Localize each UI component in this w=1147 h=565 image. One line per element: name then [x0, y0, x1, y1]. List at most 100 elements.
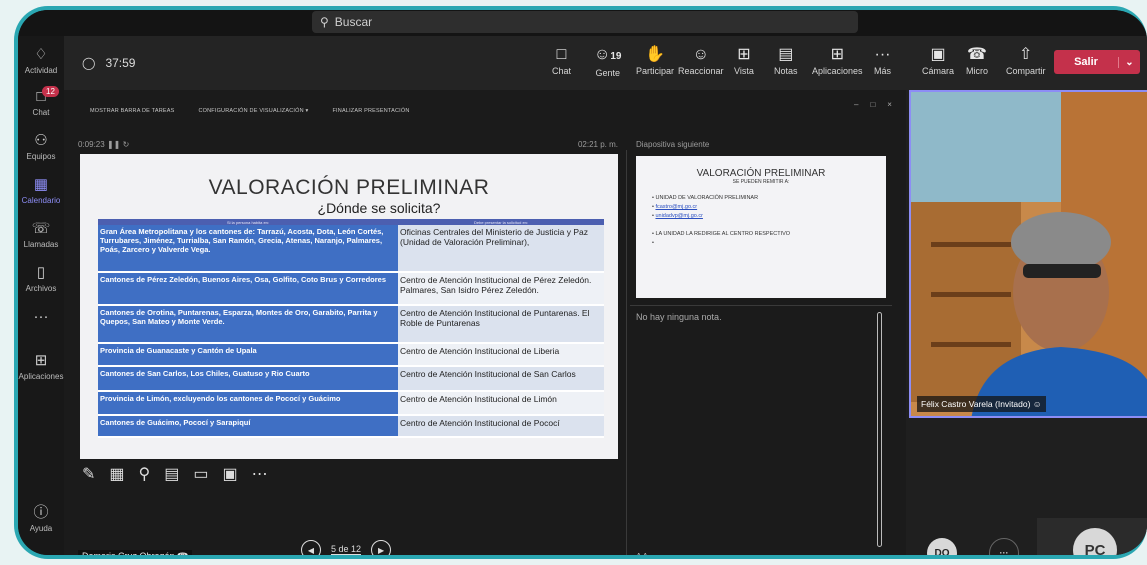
end-presentation[interactable]: FINALIZAR PRESENTACIÓN: [332, 108, 409, 114]
plus-icon: ⊞: [830, 46, 844, 63]
rail-archivos[interactable]: ▯ Archivos: [18, 264, 64, 304]
more-button[interactable]: ··· Más: [874, 44, 891, 76]
meeting-toolbar: ◯ 37:59 □ Chat ☺19 Gente ✋ Participar ☺ Reacc…: [64, 36, 1147, 90]
table-cell: Cantones de Pérez Zeledón, Buenos Aires,…: [98, 272, 398, 306]
slide-title: VALORACIÓN PRELIMINAR: [208, 176, 490, 199]
font-size-controls[interactable]: A A: [636, 552, 648, 555]
guest-icon: ☺: [1032, 399, 1042, 409]
table-row: Cantones de Orotina, Puntarenas, Esparza…: [98, 305, 604, 344]
table-cell: Centro de Atención Institucional de Limó…: [398, 391, 604, 416]
chevron-down-icon[interactable]: ⌄: [1118, 56, 1140, 68]
table-row: Cantones de Pérez Zeledón, Buenos Aires,…: [98, 272, 604, 306]
chat-button[interactable]: □ Chat: [552, 44, 571, 76]
rail-equipos[interactable]: ⚇ Equipos: [18, 132, 64, 172]
list-item: • unidadvp@mj.go.cr: [652, 213, 703, 219]
avatar[interactable]: DO: [927, 538, 957, 555]
table-cell: Oficinas Centrales del Ministerio de Jus…: [398, 225, 604, 273]
pen-icon[interactable]: ✎: [82, 464, 95, 484]
rail-chat[interactable]: □ 12 Chat: [18, 86, 64, 128]
camera-button[interactable]: ▣ Cámara: [922, 44, 954, 76]
table-cell: Cantones de San Carlos, Los Chiles, Guat…: [98, 366, 398, 392]
zoom-icon[interactable]: ⚲: [139, 464, 151, 484]
people-icon: ☺19: [594, 46, 622, 63]
next-slide-label: Diapositiva siguiente: [636, 140, 710, 149]
rail-aplicaciones[interactable]: ⊞ Aplicaciones: [18, 352, 64, 392]
clock: 02:21 p. m.: [577, 140, 618, 149]
previous-slide-icon[interactable]: ◀: [301, 540, 321, 555]
view-button[interactable]: ⊞ Vista: [734, 44, 754, 76]
next-slide-subtitle: SE PUEDEN REMITIR A:: [732, 179, 790, 185]
presenter-icon[interactable]: ▤: [164, 464, 179, 484]
react-button[interactable]: ☺ Reaccionar: [678, 44, 724, 76]
slides-grid-icon[interactable]: ▦: [109, 464, 124, 484]
rail-llamadas[interactable]: ☏ Llamadas: [18, 220, 64, 260]
share-button[interactable]: ⇧ Compartir: [1006, 44, 1046, 76]
participant-name: Félix Castro Varela (Invitado) ☺: [917, 396, 1046, 412]
teams-window: ⚲ Buscar ♢ Actividad □ 12 Chat ⚇ Equipos ▦ Ca…: [14, 6, 1147, 559]
meeting-timer: ◯ 37:59: [82, 56, 136, 70]
hand-icon: ✋: [645, 46, 665, 63]
pen-toolbar: ✎ ▦ ⚲ ▤ ▭ ▣ ⋯: [82, 464, 268, 484]
more-options-icon[interactable]: ⋯: [252, 464, 268, 484]
mic-off-icon: ☎: [177, 551, 189, 559]
bell-icon: ♢: [34, 46, 48, 63]
table-cell: Provincia de Limón, excluyendo los canto…: [98, 391, 398, 416]
rail-actividad[interactable]: ♢ Actividad: [18, 46, 64, 86]
notes-icon: ▤: [778, 46, 794, 63]
close-icon[interactable]: ×: [887, 100, 892, 109]
display-settings[interactable]: CONFIGURACIÓN DE VISUALIZACIÓN ▾: [198, 108, 308, 114]
table-cell: Centro de Atención Institucional de Libe…: [398, 343, 604, 367]
table-cell: Centro de Atención Institucional de Poco…: [398, 415, 604, 438]
rail-more[interactable]: ···: [18, 308, 64, 348]
more-icon: ···: [33, 308, 49, 325]
more-participants[interactable]: ···: [989, 538, 1019, 555]
participant-video[interactable]: Félix Castro Varela (Invitado) ☺: [909, 90, 1147, 418]
slide-status-bar: 0:09:23 ❚❚ ↻ 02:21 p. m.: [78, 140, 618, 149]
next-slide-preview[interactable]: VALORACIÓN PRELIMINAR SE PUEDEN REMITIR …: [636, 156, 886, 298]
search-input[interactable]: ⚲ Buscar: [312, 11, 858, 33]
search-placeholder: Buscar: [334, 15, 373, 29]
rail-ayuda[interactable]: ⓘ Ayuda: [18, 504, 64, 544]
phone-icon: ☏: [31, 220, 51, 237]
leave-button[interactable]: Salir ⌄: [1054, 50, 1140, 74]
teams-icon: ⚇: [34, 132, 48, 149]
table-cell: Cantones de Guácimo, Pococí y Sarapiquí: [98, 415, 398, 438]
reset-icon[interactable]: ↻: [123, 140, 130, 149]
grid-icon: ⊞: [737, 46, 751, 63]
table-row: Gran Área Metropolitana y los cantones d…: [98, 225, 604, 273]
maximize-icon[interactable]: □: [870, 100, 875, 109]
elapsed-time: 0:09:23: [78, 140, 105, 149]
next-slide-title: VALORACIÓN PRELIMINAR: [696, 168, 826, 179]
table-row: Cantones de Guácimo, Pococí y Sarapiquí C…: [98, 415, 604, 438]
people-button[interactable]: ☺19 Gente: [594, 44, 621, 78]
table-cell: Provincia de Guanacaste y Cantón de Upal…: [98, 343, 398, 367]
table-cell: Centro de Atención Institucional de Punt…: [398, 305, 604, 344]
minimize-icon[interactable]: –: [854, 100, 858, 109]
next-slide-icon[interactable]: ▶: [371, 540, 392, 555]
window-controls: – □ ×: [854, 100, 892, 109]
notes-button[interactable]: ▤ Notas: [774, 44, 798, 76]
current-slide: VALORACIÓN PRELIMINAR ¿Dónde se solicita…: [80, 154, 618, 459]
file-icon: ▯: [36, 264, 46, 281]
camera-off-icon: ▣: [930, 46, 946, 63]
list-item: • UNIDAD DE VALORACIÓN PRELIMINAR: [652, 195, 759, 201]
subtitles-icon[interactable]: ▭: [193, 464, 208, 484]
camera-icon[interactable]: ▣: [223, 464, 238, 484]
table-cell: Centro de Atención Institucional de Pére…: [398, 272, 604, 306]
shield-icon: ◯: [82, 56, 96, 70]
notes-scrollbar[interactable]: [877, 312, 882, 547]
apps-button[interactable]: ⊞ Aplicaciones: [812, 44, 863, 76]
table-row: Provincia de Limón, excluyendo los canto…: [98, 391, 604, 416]
page-indicator: 5 de 12: [331, 544, 362, 555]
list-item: •: [652, 240, 654, 246]
calendar-icon: ▦: [33, 176, 49, 193]
taskbar-toggle[interactable]: MOSTRAR BARRA DE TAREAS: [90, 108, 174, 114]
chat-badge: 12: [42, 86, 59, 97]
notes-text: No hay ninguna nota.: [636, 312, 722, 322]
presenter-view: MOSTRAR BARRA DE TAREAS CONFIGURACIÓN DE…: [64, 90, 906, 555]
next-slide-list: • UNIDAD DE VALORACIÓN PRELIMINAR • fcas…: [652, 194, 790, 248]
rail-calendario[interactable]: ▦ Calendario: [18, 176, 64, 216]
raise-hand-button[interactable]: ✋ Participar: [636, 44, 674, 76]
pause-icon[interactable]: ❚❚: [107, 140, 123, 149]
mic-button[interactable]: ☎ Micro: [966, 44, 988, 76]
